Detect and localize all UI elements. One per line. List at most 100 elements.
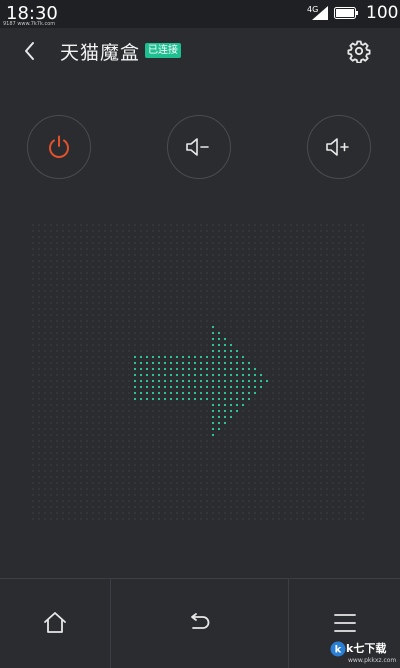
grid-dot (260, 518, 262, 520)
grid-dot (176, 416, 178, 418)
grid-dot (212, 230, 214, 232)
grid-dot (176, 290, 178, 292)
grid-dot (362, 338, 364, 340)
grid-dot (104, 518, 106, 520)
grid-dot (356, 404, 358, 406)
grid-dot (296, 446, 298, 448)
grid-dot (266, 308, 268, 310)
arrow-dot (253, 385, 257, 389)
grid-dot (152, 482, 154, 484)
grid-dot (50, 278, 52, 280)
grid-dot (50, 350, 52, 352)
grid-dot (278, 380, 280, 382)
grid-dot (302, 326, 304, 328)
grid-dot (242, 332, 244, 334)
grid-dot (38, 440, 40, 442)
grid-dot (302, 416, 304, 418)
grid-dot (224, 440, 226, 442)
grid-dot (146, 422, 148, 424)
grid-dot (362, 350, 364, 352)
grid-dot (284, 260, 286, 262)
grid-dot (122, 464, 124, 466)
grid-dot (50, 260, 52, 262)
grid-dot (326, 506, 328, 508)
grid-dot (152, 506, 154, 508)
arrow-dot (133, 391, 137, 395)
power-button[interactable] (27, 115, 91, 179)
grid-dot (62, 482, 64, 484)
grid-dot (176, 476, 178, 478)
grid-dot (62, 506, 64, 508)
grid-dot (230, 254, 232, 256)
gear-icon[interactable] (347, 39, 371, 63)
grid-dot (212, 284, 214, 286)
grid-dot (338, 428, 340, 430)
grid-dot (356, 488, 358, 490)
grid-dot (284, 308, 286, 310)
grid-dot (80, 440, 82, 442)
arrow-dot (199, 373, 203, 377)
grid-dot (44, 260, 46, 262)
grid-dot (206, 428, 208, 430)
volume-up-button[interactable] (307, 115, 371, 179)
grid-dot (188, 518, 190, 520)
grid-dot (62, 314, 64, 316)
grid-dot (44, 494, 46, 496)
grid-dot (110, 290, 112, 292)
grid-dot (146, 470, 148, 472)
grid-dot (122, 356, 124, 358)
grid-dot (362, 476, 364, 478)
grid-dot (140, 470, 142, 472)
grid-dot (134, 494, 136, 496)
grid-dot (194, 308, 196, 310)
grid-dot (254, 446, 256, 448)
grid-dot (164, 488, 166, 490)
volume-down-button[interactable] (167, 115, 231, 179)
grid-dot (92, 392, 94, 394)
grid-dot (188, 224, 190, 226)
grid-dot (188, 422, 190, 424)
grid-dot (272, 482, 274, 484)
arrow-dot (175, 397, 179, 401)
grid-dot (254, 488, 256, 490)
grid-dot (44, 344, 46, 346)
grid-dot (32, 482, 34, 484)
grid-dot (350, 236, 352, 238)
grid-dot (278, 398, 280, 400)
home-button[interactable] (0, 579, 110, 667)
grid-dot (356, 398, 358, 400)
grid-dot (74, 434, 76, 436)
grid-dot (98, 314, 100, 316)
arrow-dot (217, 403, 221, 407)
grid-dot (212, 296, 214, 298)
grid-dot (266, 416, 268, 418)
grid-dot (314, 416, 316, 418)
grid-dot (320, 482, 322, 484)
grid-dot (32, 272, 34, 274)
grid-dot (56, 482, 58, 484)
grid-dot (302, 374, 304, 376)
grid-dot (206, 290, 208, 292)
grid-dot (188, 254, 190, 256)
grid-dot (302, 338, 304, 340)
grid-dot (218, 488, 220, 490)
grid-dot (74, 368, 76, 370)
grid-dot (152, 422, 154, 424)
grid-dot (176, 506, 178, 508)
touchpad[interactable] (30, 222, 370, 526)
grid-dot (122, 458, 124, 460)
grid-dot (296, 326, 298, 328)
grid-dot (296, 230, 298, 232)
arrow-dot (217, 391, 221, 395)
grid-dot (314, 518, 316, 520)
grid-dot (44, 248, 46, 250)
grid-dot (236, 482, 238, 484)
grid-dot (182, 278, 184, 280)
grid-dot (116, 344, 118, 346)
grid-dot (188, 278, 190, 280)
grid-dot (128, 338, 130, 340)
grid-dot (248, 338, 250, 340)
back-icon[interactable] (22, 40, 38, 62)
return-button[interactable] (111, 579, 288, 667)
grid-dot (194, 350, 196, 352)
